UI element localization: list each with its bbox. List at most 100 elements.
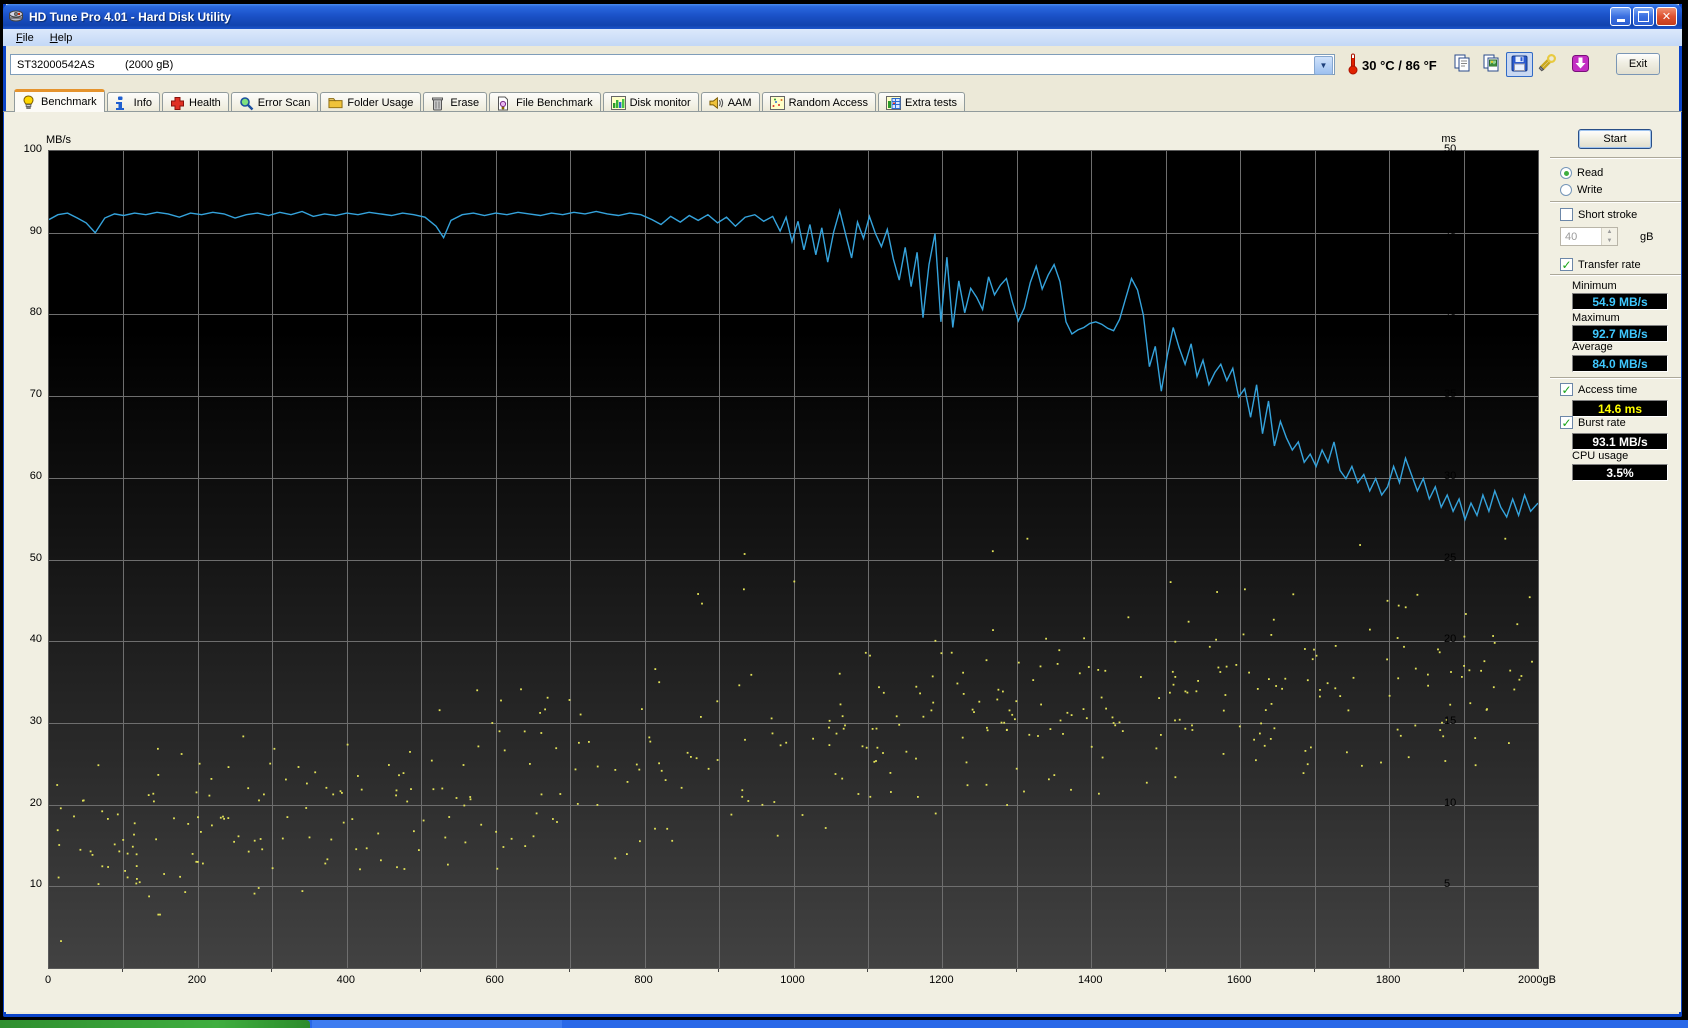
taskbar[interactable] <box>0 1020 1688 1028</box>
chart-canvas <box>49 151 1538 968</box>
x-minor-tick <box>271 969 273 972</box>
tab-label: Extra tests <box>905 96 958 109</box>
y-left-tick: 90 <box>29 224 42 237</box>
tab-random-access[interactable]: Random Access <box>761 92 877 112</box>
access-time-value: 14.6 ms <box>1572 400 1668 417</box>
x-minor-tick <box>569 969 571 972</box>
tab-label: Disk monitor <box>629 96 691 109</box>
read-radio-row[interactable]: Read <box>1560 167 1603 179</box>
short-stroke-label: Short stroke <box>1578 208 1638 221</box>
tab-label: Benchmark <box>41 96 97 108</box>
window-title: HD Tune Pro 4.01 - Hard Disk Utility <box>29 9 231 24</box>
transfer-rate-label: Transfer rate <box>1578 258 1641 271</box>
x-tick: 1800 <box>1375 974 1401 986</box>
x-minor-tick <box>1462 969 1464 972</box>
save-icon <box>1510 54 1529 76</box>
write-radio[interactable] <box>1560 184 1572 196</box>
x-tick: 1600 <box>1226 974 1252 986</box>
tab-label: Health <box>189 96 221 109</box>
average-value: 84.0 MB/s <box>1572 355 1668 372</box>
tab-error-scan[interactable]: Error Scan <box>230 92 319 112</box>
thermometer-icon <box>1348 53 1358 78</box>
tab-folder-usage[interactable]: Folder Usage <box>320 92 422 112</box>
short-stroke-value: 40 <box>1565 230 1578 243</box>
copy-image-button[interactable] <box>1477 52 1504 77</box>
tab-benchmark[interactable]: Benchmark <box>14 89 105 112</box>
short-stroke-row[interactable]: Short stroke <box>1560 208 1637 221</box>
taskbar-item[interactable] <box>312 1020 562 1028</box>
capture-icon <box>1571 54 1590 76</box>
y-left-axis-title: MB/s <box>46 134 72 146</box>
tab-label: File Benchmark <box>516 96 593 109</box>
burst-rate-row[interactable]: ✓ Burst rate <box>1560 416 1626 429</box>
access-time-row[interactable]: ✓ Access time <box>1560 383 1637 396</box>
tab-label: Error Scan <box>257 96 311 109</box>
save-button[interactable] <box>1506 52 1533 77</box>
tab-strip: Benchmark Info Health Error Scan Folder Usag… <box>14 89 967 112</box>
start-menu-button[interactable] <box>0 1020 310 1028</box>
short-stroke-checkbox[interactable] <box>1560 208 1573 221</box>
copy-text-icon <box>1452 53 1472 76</box>
y-right-tick: 20 <box>1444 633 1457 646</box>
capture-button[interactable] <box>1567 52 1594 77</box>
separator <box>1550 157 1681 159</box>
tab-aam[interactable]: AAM <box>700 92 760 112</box>
drive-select[interactable]: ST32000542AS (2000 gB) ▼ <box>10 54 1335 75</box>
tab-info[interactable]: Info <box>106 92 160 112</box>
copy-image-icon <box>1481 53 1501 76</box>
y-right-tick: 5 <box>1444 878 1451 891</box>
burst-rate-checkbox[interactable]: ✓ <box>1560 416 1573 429</box>
options-button[interactable] <box>1534 52 1561 77</box>
tab-erase[interactable]: Erase <box>423 92 488 112</box>
menu-help[interactable]: Help <box>42 31 81 45</box>
menu-bar: File Help <box>3 29 1682 46</box>
app-disk-icon <box>8 7 24 26</box>
x-tick: 200 <box>187 974 207 986</box>
copy-text-button[interactable] <box>1448 52 1475 77</box>
burst-rate-value: 93.1 MB/s <box>1572 433 1668 450</box>
x-tick: 1400 <box>1078 974 1103 986</box>
separator <box>1550 274 1681 276</box>
access-time-label: Access time <box>1578 383 1638 396</box>
x-tick: 2000gB <box>1518 974 1556 986</box>
disk-monitor-icon <box>610 95 626 110</box>
minimum-value: 54.9 MB/s <box>1572 293 1668 310</box>
drive-model: ST32000542AS <box>17 58 95 71</box>
menu-file[interactable]: File <box>8 31 42 45</box>
y-right-tick: 40 <box>1444 306 1457 319</box>
random-access-icon <box>769 95 785 110</box>
minimum-label: Minimum <box>1572 280 1617 292</box>
y-right-tick: 45 <box>1444 224 1457 237</box>
temperature-value: 30 °C / 86 °F <box>1362 58 1437 73</box>
spinner-down-icon[interactable]: ▼ <box>1602 236 1617 245</box>
tab-extra-tests[interactable]: Extra tests <box>878 92 966 112</box>
separator <box>1550 201 1681 203</box>
chevron-down-icon[interactable]: ▼ <box>1314 56 1333 75</box>
tab-label: Erase <box>450 96 480 109</box>
write-radio-row[interactable]: Write <box>1560 184 1602 196</box>
tab-disk-monitor[interactable]: Disk monitor <box>602 92 699 112</box>
x-tick: 1000 <box>780 974 805 986</box>
cpu-usage-label: CPU usage <box>1572 450 1629 462</box>
start-button[interactable]: Start <box>1578 129 1652 149</box>
minimize-button[interactable] <box>1610 7 1631 26</box>
access-time-checkbox[interactable]: ✓ <box>1560 383 1573 396</box>
y-left-tick: 10 <box>29 878 42 891</box>
cpu-usage-value: 3.5% <box>1572 464 1668 481</box>
transfer-rate-checkbox[interactable]: ✓ <box>1560 258 1573 271</box>
read-radio[interactable] <box>1560 167 1572 179</box>
x-tick: 0 <box>44 974 52 986</box>
close-button[interactable]: ✕ <box>1656 7 1677 26</box>
tab-file-benchmark[interactable]: File Benchmark <box>489 92 601 112</box>
y-right-tick: 25 <box>1444 551 1457 564</box>
exit-button[interactable]: Exit <box>1616 53 1660 75</box>
health-icon <box>170 96 185 110</box>
short-stroke-spinner[interactable]: 40 ▲ ▼ <box>1560 227 1618 246</box>
x-minor-tick <box>718 969 720 972</box>
tab-health[interactable]: Health <box>162 92 229 112</box>
y-left-tick: 70 <box>29 388 42 401</box>
spinner-up-icon[interactable]: ▲ <box>1602 228 1617 237</box>
restore-button[interactable] <box>1633 7 1654 26</box>
transfer-rate-row[interactable]: ✓ Transfer rate <box>1560 258 1641 271</box>
drive-capacity: (2000 gB) <box>125 58 174 71</box>
